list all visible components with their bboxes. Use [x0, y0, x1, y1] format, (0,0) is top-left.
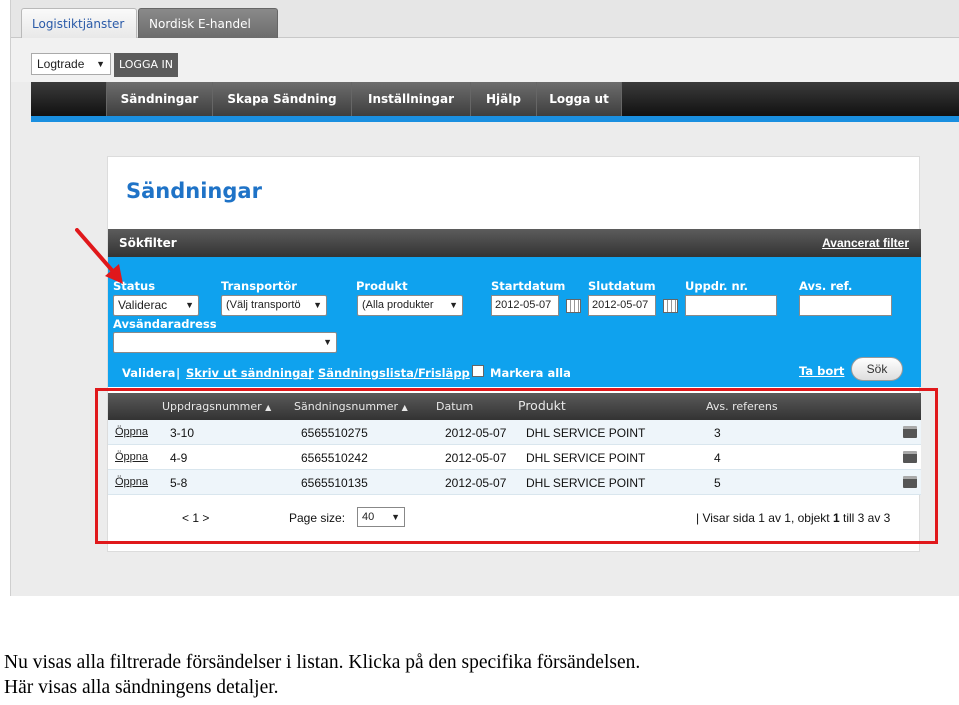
- caption-line-2: Här visas alla sändningens detaljer.: [4, 677, 279, 698]
- select-all-label: Markera alla: [490, 366, 571, 380]
- nav-installningar[interactable]: Inställningar: [351, 82, 470, 116]
- chevron-down-icon: ▼: [185, 296, 194, 315]
- provider-select-value: Logtrade: [37, 57, 85, 71]
- nav-hjalp[interactable]: Hjälp: [470, 82, 536, 116]
- caption-line-1: Nu visas alla filtrerade försändelser i …: [4, 652, 641, 673]
- start-date-input[interactable]: 2012-05-07: [491, 295, 559, 316]
- product-label: Produkt: [356, 279, 408, 293]
- nav-logga-ut[interactable]: Logga ut: [536, 82, 622, 116]
- order-number-label: Uppdr. nr.: [685, 279, 749, 293]
- sender-ref-label: Avs. ref.: [799, 279, 853, 293]
- sender-address-select[interactable]: ▼: [113, 332, 337, 353]
- remove-link[interactable]: Ta bort: [799, 364, 844, 378]
- carrier-label: Transportör: [221, 279, 297, 293]
- status-select[interactable]: Validerac ▼: [113, 295, 199, 316]
- results-highlight-box: [95, 388, 938, 544]
- status-select-value: Validerac: [118, 298, 168, 312]
- nav-sandningar[interactable]: Sändningar: [106, 82, 212, 116]
- browser-tab-bar: Logistiktjänster Nordisk E-handel TA: [11, 0, 959, 61]
- chevron-down-icon: ▼: [323, 333, 332, 352]
- order-number-input[interactable]: [685, 295, 777, 316]
- annotation-arrow-icon: [75, 228, 123, 284]
- chevron-down-icon: ▼: [313, 296, 322, 315]
- advanced-filter-link[interactable]: Avancerat filter: [822, 236, 909, 250]
- page-title: Sändningar: [126, 179, 262, 203]
- action-separator: |: [176, 366, 181, 380]
- carrier-select[interactable]: (Välj transportö ▼: [221, 295, 327, 316]
- tab-nordisk-ehandel[interactable]: Nordisk E-handel TA: [138, 8, 278, 61]
- chevron-down-icon: ▼: [96, 59, 105, 69]
- end-date-label: Slutdatum: [588, 279, 656, 293]
- nav-skapa-sandning[interactable]: Skapa Sändning: [212, 82, 351, 116]
- product-select-value: (Alla produkter: [362, 299, 434, 311]
- shipment-list-link[interactable]: Sändningslista/Frisläpp: [318, 366, 470, 380]
- calendar-icon[interactable]: [566, 299, 581, 313]
- product-select[interactable]: (Alla produkter ▼: [357, 295, 463, 316]
- end-date-input[interactable]: 2012-05-07: [588, 295, 656, 316]
- tab-logistiktjanster[interactable]: Logistiktjänster: [21, 8, 137, 38]
- filter-header: Sökfilter Avancerat filter: [108, 229, 921, 257]
- start-date-label: Startdatum: [491, 279, 566, 293]
- login-button[interactable]: LOGGA IN: [114, 53, 178, 77]
- caption: Nu visas alla filtrerade försändelser i …: [4, 650, 954, 700]
- nav-accent-strip: [31, 116, 959, 122]
- sender-ref-input[interactable]: [799, 295, 892, 316]
- provider-select[interactable]: Logtrade ▼: [31, 53, 111, 75]
- main-nav: Sändningar Skapa Sändning Inställningar …: [31, 82, 959, 116]
- action-separator: |: [308, 366, 313, 380]
- calendar-icon[interactable]: [663, 299, 678, 313]
- search-button[interactable]: Sök: [851, 357, 903, 381]
- filter-box: Status Validerac ▼ Transportör (Välj tra…: [108, 257, 921, 387]
- carrier-select-value: (Välj transportö: [226, 299, 301, 311]
- sender-address-label: Avsändaradress: [113, 317, 217, 331]
- print-shipments-link[interactable]: Skriv ut sändningar: [186, 366, 314, 380]
- chevron-down-icon: ▼: [449, 296, 458, 315]
- select-all-checkbox[interactable]: [472, 365, 484, 377]
- login-bar: Logtrade ▼ LOGGA IN: [11, 38, 959, 82]
- validate-link[interactable]: Validera: [122, 366, 175, 380]
